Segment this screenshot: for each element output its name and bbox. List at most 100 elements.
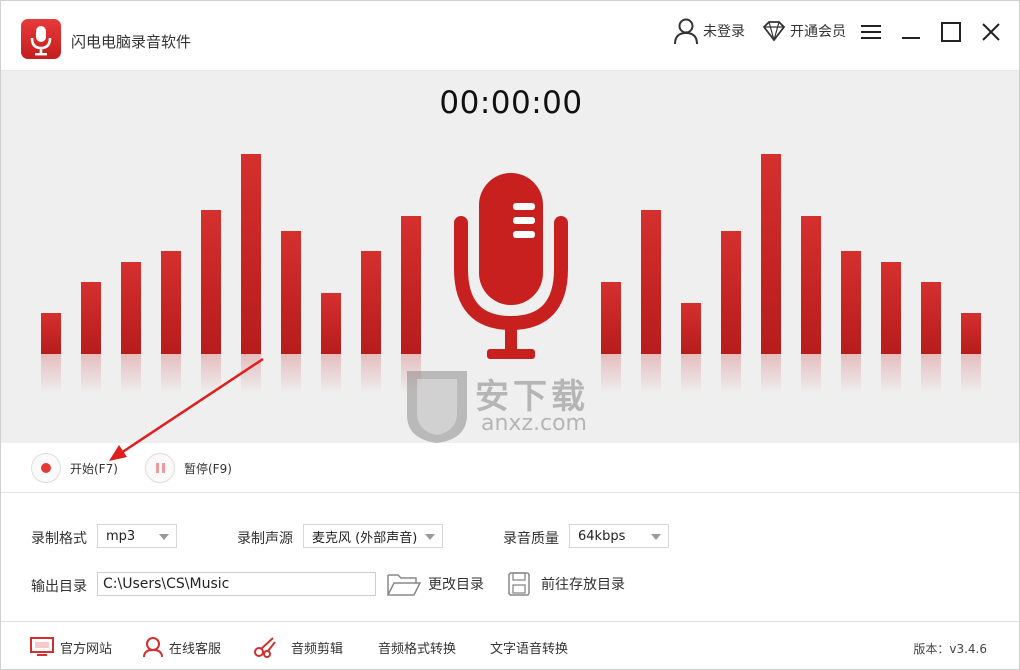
level-bar: [321, 293, 341, 354]
level-bar-reflection: [881, 354, 901, 394]
level-bar: [881, 262, 901, 354]
customer-service-icon: [143, 637, 163, 658]
level-bar: [641, 210, 661, 354]
source-select[interactable]: 麦克风 (外部声音): [303, 524, 443, 548]
level-bar: [361, 251, 381, 354]
login-button[interactable]: 未登录: [673, 15, 745, 47]
level-bar-reflection: [801, 354, 821, 394]
pause-icon: [145, 453, 175, 483]
level-bar: [761, 154, 781, 354]
footer-label: 音频格式转换: [378, 641, 457, 657]
title-bar: 闪电电脑录音软件 未登录 开通会员: [1, 1, 1019, 71]
output-label: 输出目录: [31, 579, 87, 595]
pause-button[interactable]: 暂停(F9): [145, 453, 232, 483]
format-select[interactable]: mp3: [97, 524, 177, 548]
level-bar-reflection: [961, 354, 981, 394]
footer-label: 音频剪辑: [291, 641, 344, 657]
open-dir-button[interactable]: 前往存放目录: [507, 569, 625, 599]
monitor-icon: [30, 637, 54, 656]
app-logo: [21, 19, 61, 59]
chevron-down-icon: [651, 534, 661, 540]
record-controls: 开始(F7) 暂停(F9): [1, 443, 1019, 493]
level-bar-reflection: [321, 354, 341, 394]
version-label: 版本：v3.4.6: [913, 642, 987, 656]
watermark: 安下载 anxz.com: [401, 365, 621, 443]
maximize-button[interactable]: [934, 15, 968, 49]
footer-label: 在线客服: [169, 641, 222, 657]
level-bar-reflection: [361, 354, 381, 394]
scissors-icon: [254, 637, 276, 658]
level-bar: [801, 216, 821, 354]
folder-icon: [387, 574, 422, 596]
footer-label: 官方网站: [60, 641, 113, 657]
level-bar: [81, 282, 101, 354]
start-button[interactable]: 开始(F7): [31, 453, 118, 483]
level-bar-reflection: [161, 354, 181, 394]
app-window: 闪电电脑录音软件 未登录 开通会员 00:00:00 安下载 anxz.com …: [0, 0, 1020, 670]
footer-official-site[interactable]: 官方网站: [29, 632, 112, 662]
output-path-input[interactable]: [97, 572, 376, 596]
footer-format-convert[interactable]: 音频格式转换: [373, 632, 456, 662]
format-label: 录制格式: [31, 531, 87, 547]
level-bar: [401, 216, 421, 354]
level-bar-reflection: [721, 354, 741, 394]
microphone-icon: [30, 26, 52, 56]
user-icon: [674, 18, 698, 45]
footer-text-to-speech[interactable]: 文字语音转换: [485, 632, 568, 662]
record-icon: [31, 453, 61, 483]
level-bar: [601, 282, 621, 354]
change-dir-button[interactable]: 更改目录: [386, 569, 484, 599]
chevron-down-icon: [425, 534, 435, 540]
level-bar: [281, 231, 301, 354]
level-bar-reflection: [281, 354, 301, 394]
watermark-sub: anxz.com: [481, 411, 587, 436]
quality-label: 录音质量: [503, 531, 559, 547]
level-bar: [121, 262, 141, 354]
format-value: mp3: [106, 528, 136, 544]
level-bar: [201, 210, 221, 354]
level-bar: [921, 282, 941, 354]
menu-button[interactable]: [854, 15, 888, 49]
close-icon: [982, 23, 1000, 41]
diamond-icon: [762, 21, 786, 42]
microphone-icon: [454, 173, 568, 359]
level-bar: [241, 154, 261, 354]
level-bar-reflection: [761, 354, 781, 394]
login-label: 未登录: [703, 24, 745, 40]
minimize-icon: [902, 37, 920, 39]
pause-label: 暂停(F9): [184, 461, 232, 476]
level-bar-reflection: [201, 354, 221, 394]
level-bar-reflection: [681, 354, 701, 394]
level-bar: [841, 251, 861, 354]
level-bar-reflection: [641, 354, 661, 394]
quality-value: 64kbps: [578, 528, 626, 544]
quality-select[interactable]: 64kbps: [569, 524, 669, 548]
footer-online-service[interactable]: 在线客服: [142, 632, 221, 662]
level-bar-reflection: [81, 354, 101, 394]
level-bar-reflection: [121, 354, 141, 394]
level-bar: [961, 313, 981, 354]
source-label: 录制声源: [237, 531, 293, 547]
change-dir-label: 更改目录: [428, 577, 484, 593]
settings-panel: 录制格式 mp3 录制声源 麦克风 (外部声音) 录音质量 64kbps 输出目…: [1, 493, 1019, 621]
source-value: 麦克风 (外部声音): [312, 530, 418, 546]
start-label: 开始(F7): [70, 461, 118, 476]
chevron-down-icon: [159, 534, 169, 540]
maximize-icon: [941, 22, 961, 42]
level-bar-reflection: [841, 354, 861, 394]
level-bar: [681, 303, 701, 354]
vip-label: 开通会员: [790, 24, 846, 40]
footer-audio-cut[interactable]: 音频剪辑: [253, 632, 343, 662]
minimize-button[interactable]: [894, 15, 928, 49]
level-bar-reflection: [241, 354, 261, 394]
audio-visualizer: 00:00:00 安下载 anxz.com: [1, 71, 1019, 443]
recording-timer: 00:00:00: [439, 85, 583, 121]
footer-bar: 官方网站 在线客服 音频剪辑 音频格式转换 文字语音转换 版本：v3.4.6: [1, 621, 1019, 669]
level-bar: [41, 313, 61, 354]
level-bar-reflection: [41, 354, 61, 394]
footer-label: 文字语音转换: [490, 641, 569, 657]
close-button[interactable]: [974, 15, 1008, 49]
vip-button[interactable]: 开通会员: [762, 15, 846, 47]
menu-icon: [861, 25, 881, 39]
level-bar: [161, 251, 181, 354]
